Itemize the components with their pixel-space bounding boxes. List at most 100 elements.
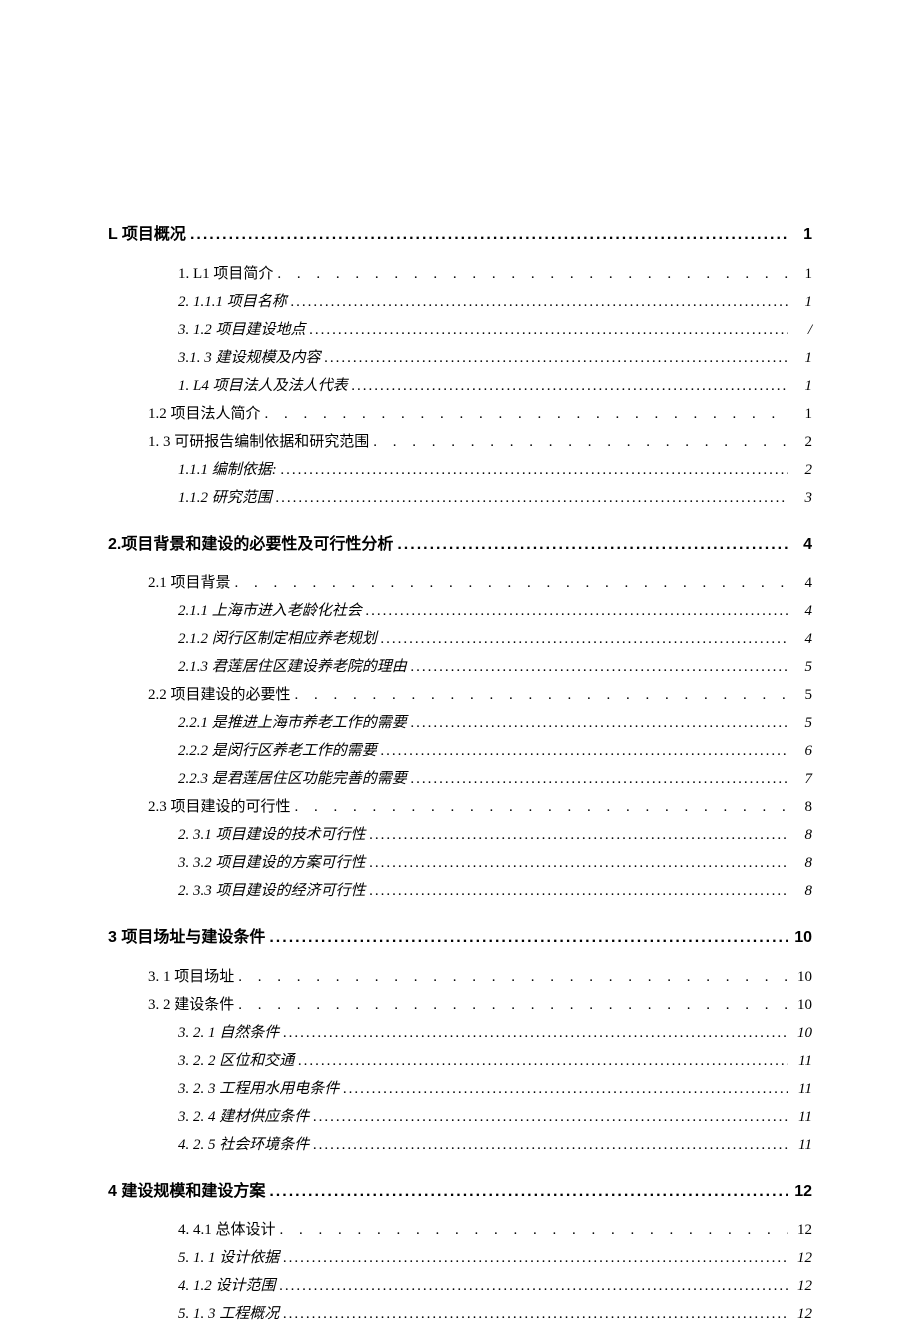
toc-leader-dots: ........................................… xyxy=(313,1105,788,1129)
toc-entry: 2. 3.1 项目建设的技术可行性.......................… xyxy=(178,823,812,847)
toc-entry-title: 2.1.1 上海市进入老龄化社会 xyxy=(178,599,362,623)
toc-entry-title: 1.1.1 编制依据: xyxy=(178,458,277,482)
toc-entry: 3. 2. 2 区位和交通...........................… xyxy=(178,1049,812,1073)
toc-entry: 2.3 项目建设的可行性. . . . . . . . . . . . . . … xyxy=(148,795,812,819)
toc-leader-dots: . . . . . . . . . . . . . . . . . . . . … xyxy=(295,683,788,707)
toc-leader-dots: ........................................… xyxy=(381,739,788,763)
toc-leader-dots: . . . . . . . . . . . . . . . . . . . . … xyxy=(265,402,788,426)
toc-entry-page: 11 xyxy=(792,1077,812,1101)
toc-entry-title: 3 项目场址与建设条件 xyxy=(108,925,265,951)
toc-leader-dots: ........................................… xyxy=(283,1246,788,1270)
toc-entry-page: 4 xyxy=(792,532,812,558)
toc-entry-page: 5 xyxy=(792,711,812,735)
toc-entry: 4. 4.1 总体设计. . . . . . . . . . . . . . .… xyxy=(178,1218,812,1242)
toc-entry-title: 3. 1 项目场址 xyxy=(148,965,234,989)
toc-leader-dots: ........................................… xyxy=(280,1274,788,1298)
toc-entry-page: 12 xyxy=(792,1302,812,1326)
toc-entry-page: 12 xyxy=(792,1179,812,1205)
toc-entry-title: 2.1.2 闵行区制定相应养老规划 xyxy=(178,627,377,651)
toc-entry: 1.1.1 编制依据:.............................… xyxy=(178,458,812,482)
toc-entry: 1.2 项目法人简介. . . . . . . . . . . . . . . … xyxy=(148,402,812,426)
toc-entry-page: 4 xyxy=(792,599,812,623)
toc-leader-dots: ........................................… xyxy=(381,627,788,651)
toc-entry-title: 5. 1. 3 工程概况 xyxy=(178,1302,279,1326)
toc-entry-title: 2. 3.1 项目建设的技术可行性 xyxy=(178,823,366,847)
toc-entry: 2.2.2 是闵行区养老工作的需要.......................… xyxy=(178,739,812,763)
toc-entry-page: 6 xyxy=(792,739,812,763)
toc-entry: 3. 2. 1 自然条件............................… xyxy=(178,1021,812,1045)
toc-leader-dots: . . . . . . . . . . . . . . . . . . . . … xyxy=(238,965,788,989)
toc-entry-title: L 项目概况 xyxy=(108,222,186,248)
toc-leader-dots: . . . . . . . . . . . . . . . . . . . . … xyxy=(238,993,788,1017)
toc-entry-title: 2.1.3 君莲居住区建设养老院的理由 xyxy=(178,655,407,679)
toc-entry-page: 10 xyxy=(792,1021,812,1045)
toc-entry-page: 2 xyxy=(792,458,812,482)
toc-entry: 2.2.1 是推进上海市养老工作的需要.....................… xyxy=(178,711,812,735)
toc-entry: 4. 2. 5 社会环境条件..........................… xyxy=(178,1133,812,1157)
toc-entry-title: 4. 4.1 总体设计 xyxy=(178,1218,276,1242)
toc-entry-page: 8 xyxy=(792,879,812,903)
toc-leader-dots: . . . . . . . . . . . . . . . . . . . . … xyxy=(295,795,788,819)
toc-entry: 2.1.1 上海市进入老龄化社会........................… xyxy=(178,599,812,623)
toc-entry: 1. L1 项目简介. . . . . . . . . . . . . . . … xyxy=(178,262,812,286)
toc-leader-dots: ........................................… xyxy=(366,599,788,623)
toc-leader-dots: ........................................… xyxy=(276,486,788,510)
toc-entry-page: 8 xyxy=(792,851,812,875)
toc-leader-dots: ........................................… xyxy=(370,879,788,903)
toc-entry-page: 11 xyxy=(792,1133,812,1157)
toc-page: L 项目概况..................................… xyxy=(0,0,920,1301)
toc-entry: L 项目概况..................................… xyxy=(108,222,812,248)
toc-entry-title: 3.1. 3 建设规模及内容 xyxy=(178,346,321,370)
toc-entry: 3.1. 3 建设规模及内容..........................… xyxy=(178,346,812,370)
toc-leader-dots: ........................................… xyxy=(370,851,788,875)
toc-entry-page: 8 xyxy=(792,823,812,847)
toc-leader-dots: ........................................… xyxy=(298,1049,788,1073)
toc-entry-page: 10 xyxy=(792,965,812,989)
toc-entry-page: 7 xyxy=(792,767,812,791)
toc-leader-dots: ........................................… xyxy=(313,1133,788,1157)
toc-entry-title: 3. 2. 1 自然条件 xyxy=(178,1021,279,1045)
toc-entry: 3. 1 项目场址. . . . . . . . . . . . . . . .… xyxy=(148,965,812,989)
toc-entry-page: 8 xyxy=(792,795,812,819)
toc-entry: 2. 1.1.1 项目名称...........................… xyxy=(178,290,812,314)
toc-entry-title: 3. 2. 3 工程用水用电条件 xyxy=(178,1077,339,1101)
toc-entry: 1. 3 可研报告编制依据和研究范围. . . . . . . . . . . … xyxy=(148,430,812,454)
toc-entry-title: 3. 2. 4 建材供应条件 xyxy=(178,1105,309,1129)
toc-leader-dots: ........................................… xyxy=(283,1021,788,1045)
toc-entry: 2.1.3 君莲居住区建设养老院的理由.....................… xyxy=(178,655,812,679)
toc-entry-page: 1 xyxy=(792,374,812,398)
toc-leader-dots: ........................................… xyxy=(269,925,788,951)
toc-entry-title: 2. 1.1.1 项目名称 xyxy=(178,290,287,314)
toc-leader-dots: . . . . . . . . . . . . . . . . . . . . … xyxy=(280,1218,788,1242)
toc-entry-page: 4 xyxy=(792,571,812,595)
toc-entry: 1.1.2 研究范围..............................… xyxy=(178,486,812,510)
toc-leader-dots: . . . . . . . . . . . . . . . . . . . . … xyxy=(373,430,788,454)
toc-entry-page: 5 xyxy=(792,655,812,679)
toc-entry-title: 1.1.2 研究范围 xyxy=(178,486,272,510)
toc-entry-page: 1 xyxy=(792,346,812,370)
toc-entry-title: 2.2 项目建设的必要性 xyxy=(148,683,291,707)
toc-entry: 4. 1.2 设计范围.............................… xyxy=(178,1274,812,1298)
toc-leader-dots: ........................................… xyxy=(269,1179,788,1205)
toc-entry: 3. 2. 4 建材供应条件..........................… xyxy=(178,1105,812,1129)
toc-entry-title: 4. 2. 5 社会环境条件 xyxy=(178,1133,309,1157)
toc-entry: 5. 1. 1 设计依据............................… xyxy=(178,1246,812,1270)
toc-entry: 3 项目场址与建设条件.............................… xyxy=(108,925,812,951)
toc-entry-page: 12 xyxy=(792,1218,812,1242)
toc-entry-page: 4 xyxy=(792,627,812,651)
toc-entry-title: 2.2.3 是君莲居住区功能完善的需要 xyxy=(178,767,407,791)
toc-entry-title: 4 建设规模和建设方案 xyxy=(108,1179,265,1205)
toc-entry-page: 12 xyxy=(792,1246,812,1270)
toc-entry-page: 5 xyxy=(792,683,812,707)
toc-entry-title: 3. 2 建设条件 xyxy=(148,993,234,1017)
toc-entry-page: 10 xyxy=(792,925,812,951)
toc-entry-title: 3. 2. 2 区位和交通 xyxy=(178,1049,294,1073)
toc-entry-title: 2.2.1 是推进上海市养老工作的需要 xyxy=(178,711,407,735)
toc-entry-title: 2.项目背景和建设的必要性及可行性分析 xyxy=(108,532,393,558)
toc-entry-page: / xyxy=(792,318,812,342)
toc-entry-page: 12 xyxy=(792,1274,812,1298)
toc-leader-dots: ........................................… xyxy=(281,458,788,482)
toc-entry-page: 11 xyxy=(792,1049,812,1073)
toc-entry-title: 1.2 项目法人简介 xyxy=(148,402,261,426)
toc-entry: 2.项目背景和建设的必要性及可行性分析.....................… xyxy=(108,532,812,558)
